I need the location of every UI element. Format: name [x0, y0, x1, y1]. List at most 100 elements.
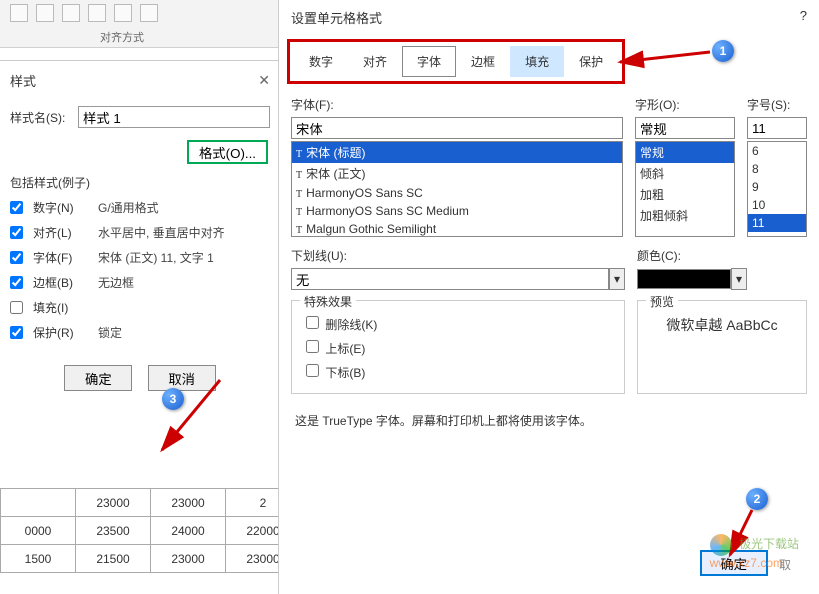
ribbon-group-label: 对齐方式	[100, 29, 144, 45]
align-icon[interactable]	[140, 4, 158, 22]
style-dialog: 样式 ✕ 样式名(S): 格式(O)... 包括样式(例子) 数字(N) G/通…	[0, 60, 280, 397]
close-icon[interactable]: ✕	[258, 72, 270, 89]
format-button[interactable]: 格式(O)...	[187, 140, 268, 164]
list-item[interactable]: T宋体 (标题)	[292, 142, 622, 163]
style-name-label: 样式名(S):	[10, 109, 70, 126]
table-cell[interactable]	[1, 489, 76, 517]
tab-数字[interactable]: 数字	[294, 46, 348, 77]
format-dialog-title: 设置单元格格式	[291, 8, 382, 27]
size-listbox[interactable]: 689101112	[747, 141, 807, 237]
align-icon[interactable]	[36, 4, 54, 22]
include-val: 无边框	[98, 274, 134, 291]
tab-bar: 数字对齐字体边框填充保护	[287, 39, 625, 84]
color-swatch[interactable]	[637, 269, 731, 289]
color-label: 颜色(C):	[637, 247, 807, 264]
list-item[interactable]: 8	[748, 160, 806, 178]
include-checkbox[interactable]	[10, 201, 23, 214]
list-item[interactable]: TMalgun Gothic Semilight	[292, 220, 622, 237]
include-row: 填充(I)	[10, 299, 270, 316]
include-row: 对齐(L) 水平居中, 垂直居中对齐	[10, 224, 270, 241]
table-cell[interactable]: 24000	[151, 517, 226, 545]
ribbon-fragment: 对齐方式	[0, 0, 280, 48]
style-listbox[interactable]: 常规倾斜加粗加粗倾斜	[635, 141, 735, 237]
align-icon[interactable]	[10, 4, 28, 22]
table-cell[interactable]: 23000	[151, 489, 226, 517]
watermark-site: 极光下载站	[739, 537, 799, 551]
style-name-input[interactable]	[78, 106, 270, 128]
include-checkbox[interactable]	[10, 326, 23, 339]
list-item[interactable]: 10	[748, 196, 806, 214]
include-row: 字体(F) 宋体 (正文) 11, 文字 1	[10, 249, 270, 266]
include-key: 字体(F)	[33, 249, 88, 266]
font-label: 字体(F):	[291, 96, 623, 113]
include-checkbox[interactable]	[10, 251, 23, 264]
effect-checkbox[interactable]	[306, 340, 319, 353]
tab-对齐[interactable]: 对齐	[348, 46, 402, 77]
include-row: 保护(R) 锁定	[10, 324, 270, 341]
underline-select[interactable]	[291, 268, 609, 290]
tab-保护[interactable]: 保护	[564, 46, 618, 77]
table-cell[interactable]: 23500	[76, 517, 151, 545]
table-cell[interactable]: 21500	[76, 545, 151, 573]
include-val: 宋体 (正文) 11, 文字 1	[98, 249, 214, 266]
annotation-badge-3: 3	[162, 388, 184, 410]
include-key: 保护(R)	[33, 324, 88, 341]
underline-label: 下划线(U):	[291, 247, 625, 264]
include-row: 数字(N) G/通用格式	[10, 199, 270, 216]
include-key: 边框(B)	[33, 274, 88, 291]
preview-legend: 预览	[646, 293, 678, 310]
watermark-logo-icon	[710, 534, 732, 556]
table-cell[interactable]: 0000	[1, 517, 76, 545]
effect-checkbox[interactable]	[306, 316, 319, 329]
tab-边框[interactable]: 边框	[456, 46, 510, 77]
include-row: 边框(B) 无边框	[10, 274, 270, 291]
effect-option[interactable]: 上标(E)	[302, 337, 614, 357]
data-table-fragment: 2300023000200002350024000220001500215002…	[0, 488, 301, 573]
list-item[interactable]: THarmonyOS Sans SC Medium	[292, 202, 622, 220]
annotation-badge-2: 2	[746, 488, 768, 510]
effect-checkbox[interactable]	[306, 364, 319, 377]
include-key: 对齐(L)	[33, 224, 88, 241]
table-cell[interactable]: 23000	[151, 545, 226, 573]
list-item[interactable]: 加粗	[636, 184, 734, 205]
style-dialog-title: 样式	[10, 71, 36, 90]
list-item[interactable]: 9	[748, 178, 806, 196]
size-input[interactable]	[747, 117, 807, 139]
chevron-down-icon[interactable]: ▾	[609, 268, 625, 290]
include-checkbox[interactable]	[10, 276, 23, 289]
include-checkbox[interactable]	[10, 226, 23, 239]
list-item[interactable]: T宋体 (正文)	[292, 163, 622, 184]
effect-option[interactable]: 删除线(K)	[302, 313, 614, 333]
list-item[interactable]: 常规	[636, 142, 734, 163]
include-checkbox[interactable]	[10, 301, 23, 314]
align-icon[interactable]	[62, 4, 80, 22]
list-item[interactable]: 6	[748, 142, 806, 160]
list-item[interactable]: 倾斜	[636, 163, 734, 184]
tab-字体[interactable]: 字体	[402, 46, 456, 77]
table-cell[interactable]: 23000	[76, 489, 151, 517]
annotation-badge-1: 1	[712, 40, 734, 62]
list-item[interactable]: 12	[748, 232, 806, 237]
effects-legend: 特殊效果	[300, 293, 356, 310]
style-cancel-button[interactable]: 取消	[148, 365, 216, 391]
help-icon[interactable]: ?	[800, 8, 807, 27]
table-row: 23000230002	[1, 489, 301, 517]
align-icon[interactable]	[88, 4, 106, 22]
include-val: G/通用格式	[98, 199, 159, 216]
font-input[interactable]	[291, 117, 623, 139]
effect-option[interactable]: 下标(B)	[302, 361, 614, 381]
tab-填充[interactable]: 填充	[510, 46, 564, 77]
effects-group: 特殊效果 删除线(K) 上标(E) 下标(B)	[291, 300, 625, 394]
list-item[interactable]: 11	[748, 214, 806, 232]
align-icon[interactable]	[114, 4, 132, 22]
list-item[interactable]: 加粗倾斜	[636, 205, 734, 226]
style-input[interactable]	[635, 117, 735, 139]
style-ok-button[interactable]: 确定	[64, 365, 132, 391]
include-val: 锁定	[98, 324, 122, 341]
include-val: 水平居中, 垂直居中对齐	[98, 224, 225, 241]
list-item[interactable]: THarmonyOS Sans SC	[292, 184, 622, 202]
table-cell[interactable]: 1500	[1, 545, 76, 573]
chevron-down-icon[interactable]: ▾	[731, 268, 747, 290]
font-listbox[interactable]: T宋体 (标题)T宋体 (正文)THarmonyOS Sans SCTHarmo…	[291, 141, 623, 237]
truetype-message: 这是 TrueType 字体。屏幕和打印机上都将使用该字体。	[295, 412, 803, 429]
